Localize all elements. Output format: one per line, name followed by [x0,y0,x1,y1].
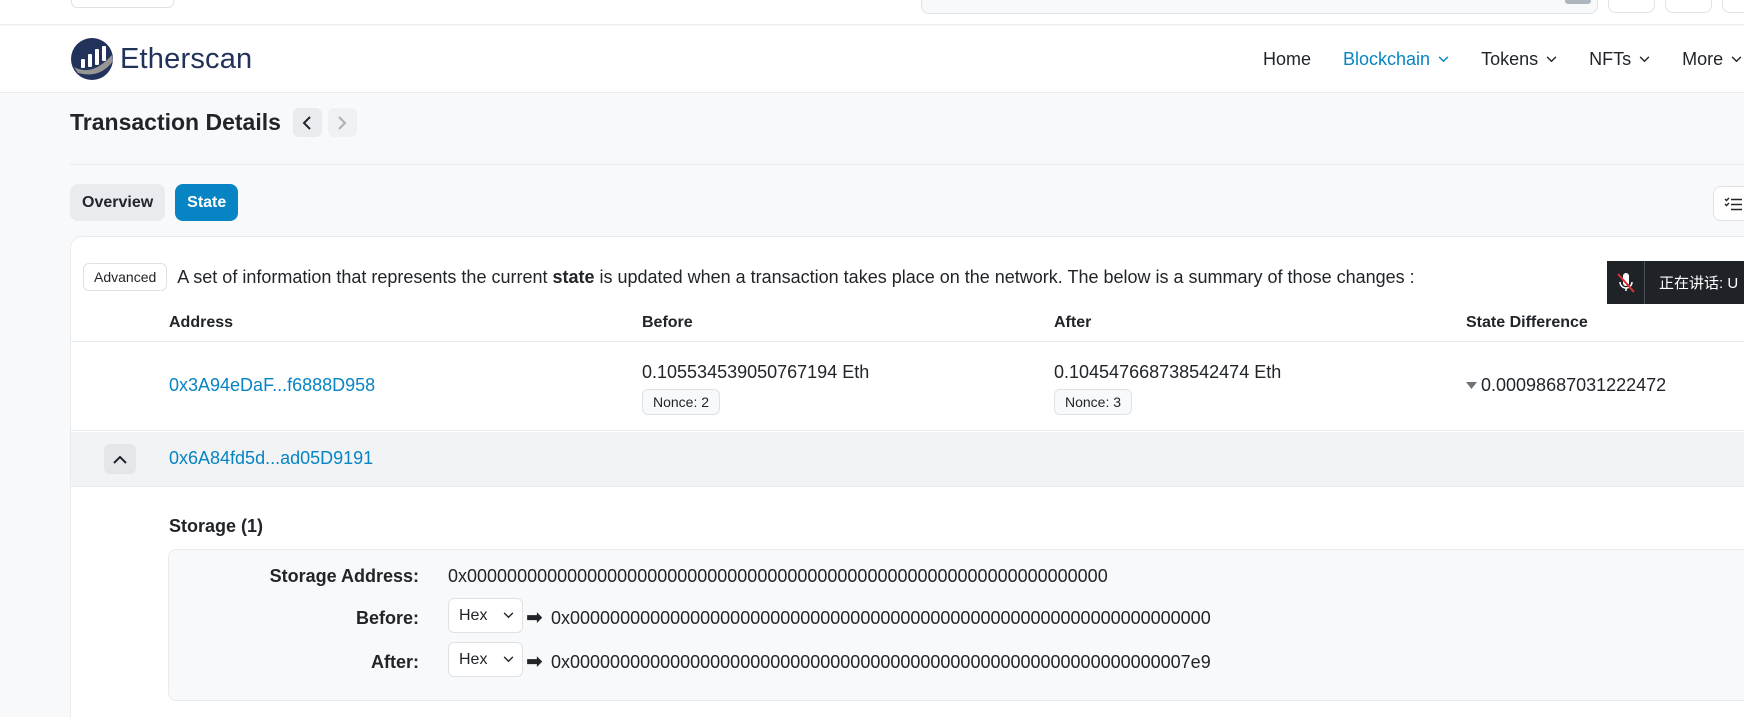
col-state-difference: State Difference [1466,314,1588,331]
chevron-down-icon [1438,55,1449,62]
before-balance: 0.105534539050767194 Eth [642,362,870,382]
title-divider [70,164,1744,165]
main-nav: Home Blockchain Tokens NFTs More [1263,26,1744,92]
chevron-down-icon [1731,55,1742,62]
storage-after-label: After: [371,652,419,672]
chevron-right-icon [338,115,347,130]
chevron-down-icon [504,656,514,663]
next-transaction-button[interactable] [327,108,357,137]
speaking-toast: 正在讲话: U [1607,261,1744,304]
after-nonce-badge: Nonce: 3 [1054,389,1133,415]
title-bar: Transaction Details [70,108,363,137]
after-balance: 0.104547668738542474 Eth [1054,362,1282,382]
nav-tokens[interactable]: Tokens [1481,49,1557,70]
nav-home[interactable]: Home [1263,49,1311,70]
tab-list: Overview State [70,184,239,221]
col-before: Before [642,314,693,331]
table-row-expanded: 0x6A84fd5d...ad05D9191 [71,432,1744,487]
tab-overview[interactable]: Overview [70,184,166,221]
storage-after-value: 0x00000000000000000000000000000000000000… [551,652,1211,672]
state-intro-text: A set of information that represents the… [177,267,1414,288]
storage-address-label: Storage Address: [269,566,419,586]
chevron-up-icon [113,455,127,464]
page-title: Transaction Details [70,109,281,135]
nav-blockchain[interactable]: Blockchain [1343,49,1449,70]
etherscan-logo-icon [71,38,113,80]
chevron-down-icon [1546,55,1557,62]
toast-text: 正在讲话: U [1659,275,1739,292]
col-after: After [1054,314,1092,331]
table-row: 0x3A94eDaF...f6888D958 0.105534539050767… [71,343,1744,431]
state-difference-value: 0.00098687031222472 [1481,375,1667,395]
advanced-badge[interactable]: Advanced [83,263,168,291]
intro-before: A set of information that represents the… [177,266,553,287]
storage-before-value: 0x00000000000000000000000000000000000000… [551,608,1211,628]
search-button[interactable] [1565,0,1591,4]
arrow-right-icon: ➡ [526,607,543,629]
nav-more-label: More [1682,48,1724,69]
intro-bold: state [552,266,595,287]
mic-muted-icon[interactable] [1607,261,1645,304]
list-options-button[interactable] [1713,186,1744,221]
after-format-value: Hex [459,650,488,668]
storage-details: Storage Address: 0x000000000000000000000… [168,549,1744,701]
search-input[interactable] [921,0,1598,14]
nav-nfts[interactable]: NFTs [1589,49,1650,70]
menu-button[interactable] [1722,0,1744,13]
nav-blockchain-label: Blockchain [1343,48,1431,69]
storage-address-value: 0x00000000000000000000000000000000000000… [448,566,1108,586]
arrow-right-icon: ➡ [526,651,543,673]
nav-home-label: Home [1263,48,1312,69]
nav-more[interactable]: More [1682,49,1742,70]
collapse-button[interactable] [104,444,136,474]
storage-before-label: Before: [355,608,419,628]
storage-title: Storage (1) [169,516,264,536]
logo-text: Etherscan [120,42,253,75]
theme-button[interactable] [1608,0,1655,13]
nav-nfts-label: NFTs [1589,48,1632,69]
nav-tokens-label: Tokens [1481,48,1539,69]
before-nonce-badge: Nonce: 2 [642,389,721,415]
prev-transaction-button[interactable] [292,108,322,137]
state-intro: Advanced A set of information that repre… [83,263,1415,291]
caret-down-icon [1466,382,1477,389]
address-link[interactable]: 0x6A84fd5d...ad05D9191 [169,448,373,469]
after-format-select[interactable]: Hex [448,642,523,677]
chevron-down-icon [504,612,514,619]
address-link[interactable]: 0x3A94eDaF...f6888D958 [169,375,375,396]
navbar: Etherscan Home Blockchain Tokens NFTs Mo… [0,26,1744,93]
top-strip [0,0,1744,25]
tab-state[interactable]: State [175,184,239,221]
chevron-left-icon [303,115,312,130]
settings-button[interactable] [1665,0,1712,13]
before-format-select[interactable]: Hex [448,598,523,633]
state-table-header: Address Before After State Difference [71,303,1744,342]
chevron-down-icon [1639,55,1650,62]
intro-after: is updated when a transaction takes plac… [594,266,1415,287]
network-selector[interactable] [71,0,174,8]
state-difference: 0.00098687031222472 [1466,375,1666,396]
col-address: Address [169,314,234,331]
before-format-value: Hex [459,606,488,624]
state-card: Advanced A set of information that repre… [70,236,1744,717]
list-check-icon [1724,197,1742,210]
logo[interactable]: Etherscan [70,37,252,81]
